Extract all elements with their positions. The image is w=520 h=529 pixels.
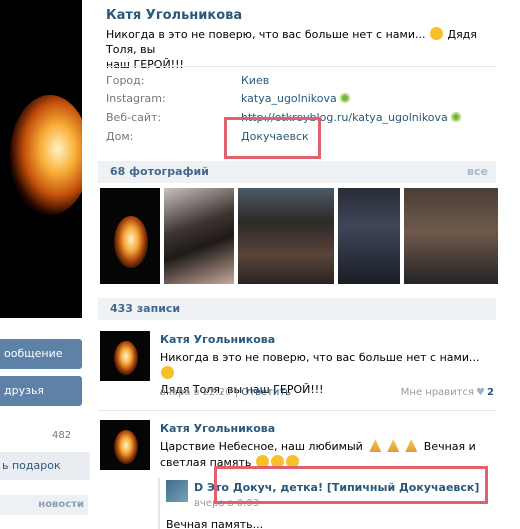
instagram-icon xyxy=(339,93,350,103)
photo-strip xyxy=(100,188,498,284)
heart-icon: ♥ xyxy=(476,387,485,398)
praying-hands-icon xyxy=(387,439,400,452)
post-avatar[interactable] xyxy=(100,420,150,470)
praying-hands-icon xyxy=(405,439,418,452)
meta-separator: | xyxy=(234,387,239,398)
highlight-box-group xyxy=(214,466,488,504)
send-gift-button[interactable]: ь подарок xyxy=(0,452,90,480)
post-author[interactable]: Катя Угольникова xyxy=(160,422,275,435)
photo-thumbnail[interactable] xyxy=(100,188,160,284)
group-avatar[interactable] xyxy=(166,480,188,502)
wall-header[interactable]: 433 записи xyxy=(98,298,496,320)
photo-thumbnail[interactable] xyxy=(164,188,234,284)
crying-emoji-icon xyxy=(161,366,174,379)
post-text-line: Никогда в это не поверю, что вас больше … xyxy=(160,351,480,364)
status-text-2: наш ГЕРОЙ!!! xyxy=(106,58,184,71)
status-text-1: Никогда в это не поверю, что вас больше … xyxy=(106,28,426,41)
photos-all-link[interactable]: все xyxy=(467,161,488,183)
candle-image xyxy=(114,216,148,268)
wall-header-label: 433 записи xyxy=(110,302,181,315)
followers-count: 482 xyxy=(52,430,72,441)
praying-hands-icon xyxy=(369,439,382,452)
post-text-line: Вечная и xyxy=(423,440,476,453)
post-text-line: Царствие Небесное, наш любимый xyxy=(160,440,363,453)
instagram-value[interactable]: katya_ugolnikova xyxy=(241,92,337,105)
profile-name: Катя Угольникова xyxy=(106,8,243,23)
news-section-header[interactable]: новости xyxy=(0,495,88,515)
repost-text: Вечная память... xyxy=(166,518,264,529)
like-label: Мне нравится xyxy=(400,387,475,398)
wall-post: Катя Угольникова Никогда в это не поверю… xyxy=(98,331,496,403)
info-row-instagram: Instagram: katya_ugolnikova xyxy=(106,91,496,107)
post-author[interactable]: Катя Угольникова xyxy=(160,333,275,346)
candle-image xyxy=(114,341,138,375)
like-count: 2 xyxy=(487,387,494,398)
city-label: Город: xyxy=(106,74,145,87)
divider xyxy=(98,410,496,411)
reply-link[interactable]: Ответить xyxy=(241,387,291,398)
instagram-link[interactable]: katya_ugolnikova xyxy=(241,91,350,107)
instagram-label: Instagram: xyxy=(106,92,166,105)
left-column: ообщение друзья 482 ь подарок новости xyxy=(0,0,92,529)
website-icon xyxy=(450,112,461,122)
group-prefix: D xyxy=(194,481,204,494)
home-label: Дом: xyxy=(106,130,134,143)
profile-avatar[interactable] xyxy=(0,0,82,318)
photos-header-label: 68 фотографий xyxy=(110,165,209,178)
profile-main: Катя Угольникова Никогда в это не поверю… xyxy=(92,0,498,529)
website-label: Веб-сайт: xyxy=(106,111,162,124)
city-link[interactable]: Киев xyxy=(241,73,269,89)
post-date[interactable]: вчера в 22:20 xyxy=(160,387,232,398)
divider xyxy=(106,66,496,67)
info-row-city: Город: Киев xyxy=(106,73,496,89)
photo-thumbnail[interactable] xyxy=(238,188,334,284)
candle-image xyxy=(10,95,82,215)
add-friend-button[interactable]: друзья xyxy=(0,376,82,406)
photos-header[interactable]: 68 фотографий все xyxy=(98,161,496,183)
post-meta: вчера в 22:20 | Ответить Мне нравится ♥ 2 xyxy=(160,387,494,401)
send-message-button[interactable]: ообщение xyxy=(0,339,82,369)
highlight-box-home xyxy=(224,117,321,159)
photo-thumbnail[interactable] xyxy=(404,188,498,284)
post-avatar[interactable] xyxy=(100,331,150,381)
photo-thumbnail[interactable] xyxy=(338,188,400,284)
like-button[interactable]: Мне нравится ♥ 2 xyxy=(401,387,494,398)
candle-image xyxy=(114,430,138,464)
crying-emoji-icon xyxy=(429,27,443,40)
